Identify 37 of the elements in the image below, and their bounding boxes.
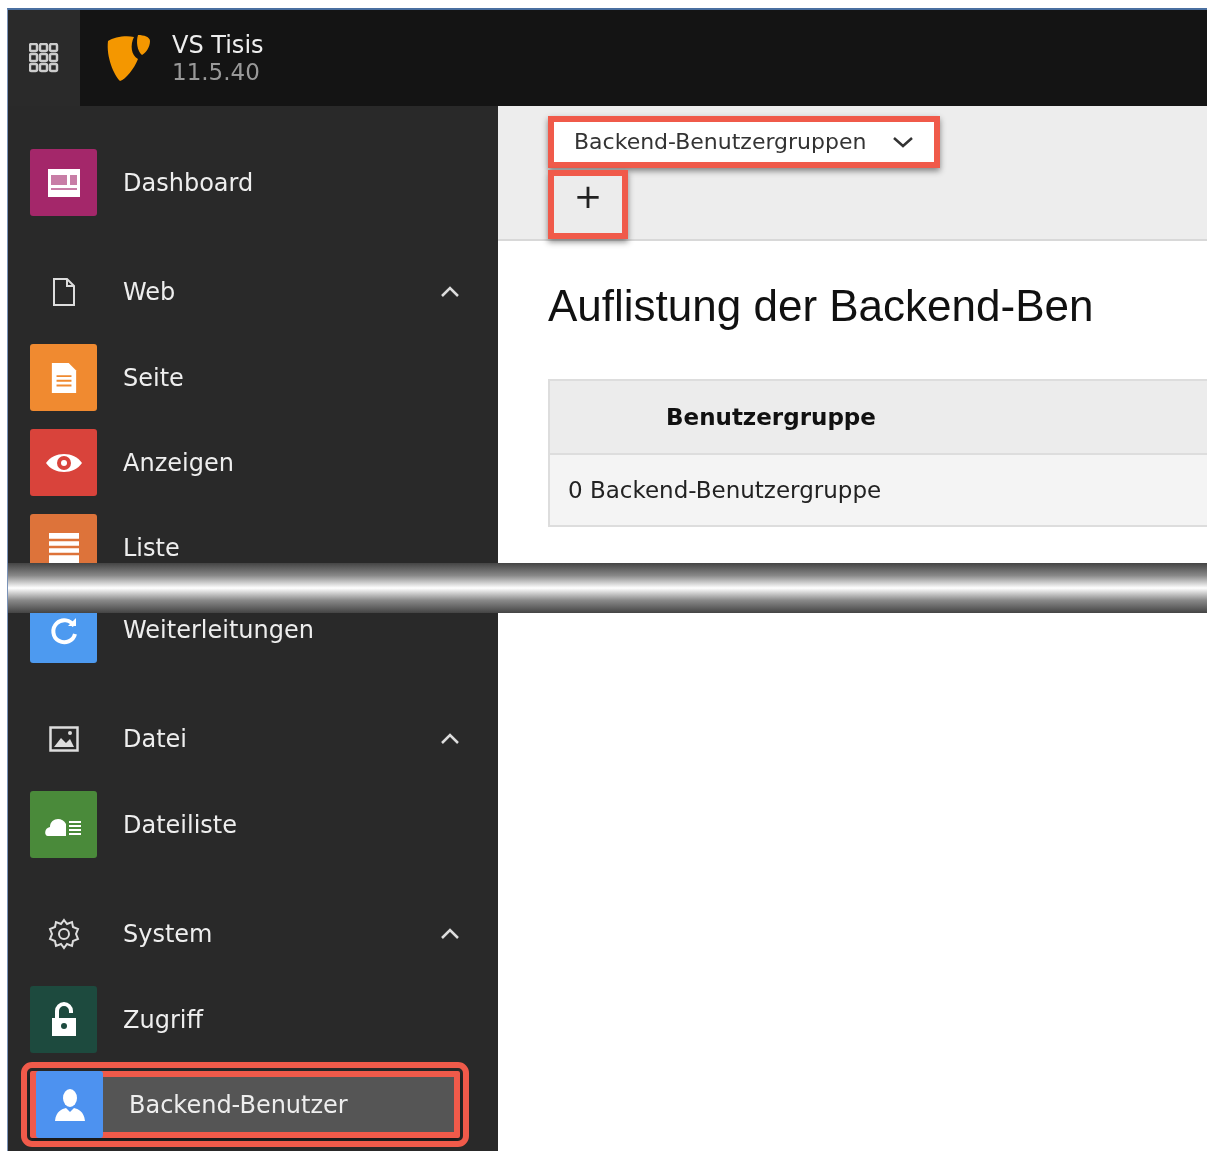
module-label: Liste — [123, 533, 180, 562]
sidebar-group[interactable]: Datei — [30, 724, 460, 753]
module-label: Seite — [123, 363, 184, 392]
sidebar-item[interactable]: Seite — [30, 344, 460, 411]
column-header: Benutzergruppe — [666, 404, 876, 430]
chevron-icon — [440, 927, 460, 940]
apps-grid-icon — [29, 43, 59, 73]
module-label: Backend-Benutzer — [129, 1090, 348, 1119]
sidebar-item[interactable]: Dateiliste — [30, 791, 460, 858]
view-select[interactable]: Backend-Benutzergruppen — [548, 116, 940, 168]
apps-menu-button[interactable] — [8, 10, 80, 106]
sidebar-item[interactable]: Dashboard — [30, 149, 460, 216]
table-cell: 0 Backend-Benutzergruppe — [568, 477, 882, 503]
group-label: Datei — [123, 724, 188, 753]
sidebar-group[interactable]: Web — [30, 276, 460, 307]
module-label: Anzeigen — [123, 448, 234, 477]
site-name: VS Tisis — [172, 31, 264, 59]
settings-icon — [47, 917, 80, 950]
sidebar-group[interactable]: System — [30, 917, 460, 950]
version-number: 11.5.40 — [172, 59, 261, 85]
group-label: System — [123, 919, 213, 948]
add-button[interactable]: + — [548, 169, 628, 239]
module-label: Weiterleitungen — [123, 615, 314, 644]
group-label: Web — [123, 277, 176, 306]
page-heading: Auflistung der Backend-Ben — [548, 281, 1094, 331]
sidebar-item[interactable]: Zugriff — [30, 986, 460, 1053]
chevron-down-icon — [892, 135, 914, 148]
module-label: Dateiliste — [123, 810, 238, 839]
sidebar-item[interactable]: Anzeigen — [30, 429, 460, 496]
module-label: Dashboard — [123, 168, 254, 197]
image-icon — [48, 725, 79, 752]
list-icon — [46, 530, 81, 563]
chevron-icon — [440, 285, 460, 298]
chevron-icon — [440, 732, 460, 745]
sidebar-item[interactable]: Weiterleitungen — [30, 613, 460, 663]
module-label: Zugriff — [123, 1005, 203, 1034]
document-icon — [50, 276, 77, 307]
